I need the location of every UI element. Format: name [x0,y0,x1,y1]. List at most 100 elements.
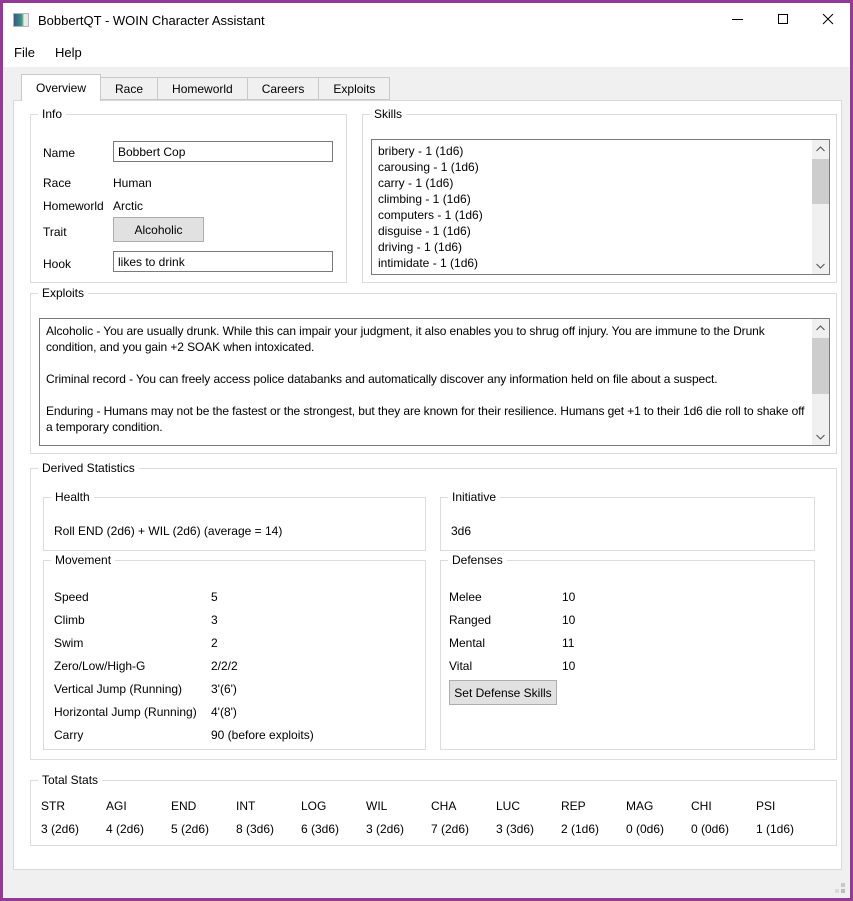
defense-row: Vital 10 [441,659,814,673]
skill-item[interactable]: carousing - 1 (1d6) [378,159,809,175]
tab-exploits[interactable]: Exploits [319,77,390,100]
health-value: Roll END (2d6) + WIL (2d6) (average = 14… [54,524,282,538]
skill-item[interactable]: driving - 1 (1d6) [378,239,809,255]
defense-value: 10 [562,659,575,673]
menu-item-file[interactable]: File [5,39,44,66]
set-defense-skills-button[interactable]: Set Defense Skills [449,680,557,705]
skill-item[interactable]: climbing - 1 (1d6) [378,191,809,207]
window-title: BobbertQT - WOIN Character Assistant [38,13,265,28]
stat-value: 8 (3d6) [236,822,301,836]
stat-name: MAG [626,799,691,813]
skill-item[interactable]: disguise - 1 (1d6) [378,223,809,239]
info-legend: Info [38,107,66,121]
defense-row: Ranged 10 [441,613,814,627]
stat-value: 5 (2d6) [171,822,236,836]
scroll-up-icon[interactable] [812,319,829,336]
total-stats-row: STR 3 (2d6) AGI 4 (2d6) END 5 (2d6) INT … [41,799,821,836]
skills-list[interactable]: bribery - 1 (1d6) carousing - 1 (1d6) ca… [371,139,830,275]
defense-label: Melee [449,590,482,604]
stat-value: 0 (0d6) [626,822,691,836]
defense-row: Melee 10 [441,590,814,604]
movement-row: Zero/Low/High-G 2/2/2 [44,659,425,673]
defense-label: Ranged [449,613,491,627]
stat-name: WIL [366,799,431,813]
scrollbar-track[interactable] [812,157,829,257]
defense-value: 11 [562,636,574,650]
movement-row: Swim 2 [44,636,425,650]
skill-item[interactable]: intimidate - 1 (1d6) [378,255,809,271]
movement-label: Swim [54,636,83,650]
defense-value: 10 [562,590,575,604]
exploit-paragraph: Enduring - Humans may not be the fastest… [46,403,805,435]
minimize-button[interactable] [715,3,760,35]
stat-name: AGI [106,799,171,813]
exploits-text: Alcoholic - You are usually drunk. While… [46,323,805,451]
stat-name: STR [41,799,106,813]
exploits-groupbox: Exploits Alcoholic - You are usually dru… [30,293,837,454]
defenses-legend: Defenses [448,553,507,567]
exploit-paragraph: Alcoholic - You are usually drunk. While… [46,323,805,355]
skills-list-items: bribery - 1 (1d6) carousing - 1 (1d6) ca… [378,143,809,271]
defense-label: Mental [449,636,485,650]
scroll-up-icon[interactable] [812,140,829,157]
hook-input[interactable] [113,251,333,272]
skill-item[interactable]: carry - 1 (1d6) [378,175,809,191]
tab-homeworld[interactable]: Homeworld [158,77,248,100]
movement-value: 4'(8') [211,705,237,719]
initiative-groupbox: Initiative 3d6 [440,497,815,551]
stat-name: LUC [496,799,561,813]
movement-label: Carry [54,728,83,742]
resize-grip-icon[interactable] [841,889,845,893]
title-bar[interactable]: BobbertQT - WOIN Character Assistant [3,3,850,37]
tab-bar: Overview Race Homeworld Careers Exploits [21,74,390,100]
stat-value: 4 (2d6) [106,822,171,836]
movement-value: 3 [211,613,218,627]
movement-row: Climb 3 [44,613,425,627]
stat-column: PSI 1 (1d6) [756,799,821,836]
scrollbar-thumb[interactable] [812,159,829,204]
stat-column: CHI 0 (0d6) [691,799,756,836]
close-button[interactable] [805,3,850,35]
derived-statistics-legend: Derived Statistics [38,461,139,475]
stat-name: INT [236,799,301,813]
scroll-down-icon[interactable] [812,257,829,274]
exploits-scrollbar[interactable] [812,319,829,445]
initiative-value: 3d6 [451,524,471,538]
stat-value: 7 (2d6) [431,822,496,836]
tab-careers[interactable]: Careers [248,77,320,100]
tab-race[interactable]: Race [101,77,158,100]
maximize-button[interactable] [760,3,805,35]
total-stats-legend: Total Stats [38,773,102,787]
name-label: Name [43,146,75,160]
stat-column: END 5 (2d6) [171,799,236,836]
maximize-icon [778,14,788,24]
skill-item[interactable]: bribery - 1 (1d6) [378,143,809,159]
stat-name: REP [561,799,626,813]
defense-value: 10 [562,613,575,627]
stat-column: INT 8 (3d6) [236,799,301,836]
movement-value: 2 [211,636,218,650]
stat-value: 2 (1d6) [561,822,626,836]
skills-scrollbar[interactable] [812,140,829,274]
trait-button[interactable]: Alcoholic [113,217,204,242]
initiative-legend: Initiative [448,490,500,504]
movement-value: 3'(6') [211,682,237,696]
total-stats-groupbox: Total Stats STR 3 (2d6) AGI 4 (2d6) END … [30,780,837,846]
tab-overview[interactable]: Overview [21,74,101,101]
app-window: BobbertQT - WOIN Character Assistant Fil… [0,0,853,901]
movement-groupbox: Movement Speed 5 Climb 3 Swim 2 Zero/Low… [43,560,426,750]
stat-column: LOG 6 (3d6) [301,799,366,836]
scrollbar-track[interactable] [812,336,829,428]
name-input[interactable] [113,141,333,162]
scrollbar-thumb[interactable] [812,338,829,394]
scroll-down-icon[interactable] [812,428,829,445]
stat-name: PSI [756,799,821,813]
app-icon [13,13,29,27]
homeworld-label: Homeworld [43,199,104,213]
exploits-textarea[interactable]: Alcoholic - You are usually drunk. While… [39,318,830,446]
health-groupbox: Health Roll END (2d6) + WIL (2d6) (avera… [43,497,426,551]
stat-column: AGI 4 (2d6) [106,799,171,836]
hook-label: Hook [43,257,71,271]
skill-item[interactable]: computers - 1 (1d6) [378,207,809,223]
menu-item-help[interactable]: Help [46,39,91,66]
